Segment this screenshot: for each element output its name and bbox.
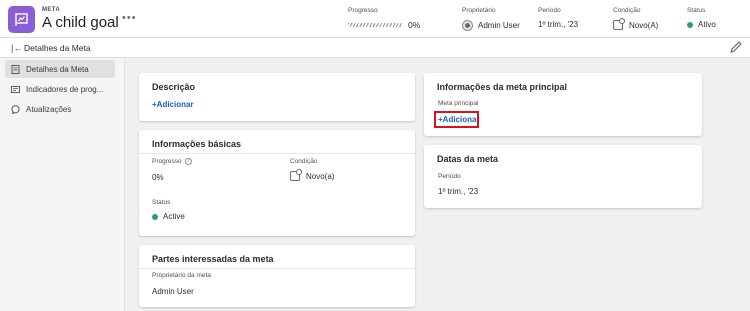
progress-label: Progresso — [348, 7, 378, 14]
header-owner: Proprietário Admin User — [462, 7, 520, 31]
basic-info-card: Informações básicas Progresso i 0% Condi… — [139, 130, 415, 236]
card-title: Datas da meta — [437, 154, 499, 164]
details-subheader: |← Detalhes da Meta — [0, 38, 750, 58]
header-period: Período 1º trim., '23 — [538, 7, 578, 29]
card-title: Informações da meta principal — [437, 82, 568, 92]
sidebar-item-updates[interactable]: Atualizações — [5, 100, 115, 118]
subheader-title: Detalhes da Meta — [24, 43, 91, 53]
condition-icon — [613, 18, 625, 30]
parent-goal-label: Meta principal — [438, 100, 479, 107]
condition-icon — [290, 169, 302, 181]
sidebar-item-label: Detalhes da Meta — [26, 64, 89, 74]
status-field-label: Status — [152, 199, 171, 206]
chat-bubble-icon — [11, 104, 20, 114]
progress-field-value: 0% — [152, 173, 164, 182]
sidebar-item-label: Atualizações — [26, 104, 72, 114]
goal-header: META A child goal ••• Progresso 0% Propr… — [0, 0, 750, 38]
period-field-label: Período — [438, 173, 461, 180]
owner-value[interactable]: Admin User — [478, 21, 520, 30]
status-value[interactable]: Ativo — [698, 20, 716, 29]
progress-field-label-text: Progresso — [152, 158, 182, 165]
header-condition: Condição Novo(A) — [613, 7, 658, 30]
avatar — [462, 20, 473, 31]
condition-label: Condição — [613, 7, 641, 14]
edit-pencil-icon[interactable] — [729, 40, 743, 56]
info-icon[interactable]: i — [184, 158, 192, 165]
card-title: Descrição — [152, 82, 196, 92]
progress-bar — [348, 23, 403, 27]
condition-field[interactable]: Novo(a) — [290, 169, 335, 181]
period-label: Período — [538, 7, 561, 14]
progress-field-label: Progresso i — [152, 158, 192, 165]
condition-field-value: Novo(a) — [306, 171, 335, 181]
left-sidebar: Detalhes da Meta Indicadores de prog... … — [0, 58, 125, 311]
sidebar-item-goal-details[interactable]: Detalhes da Meta — [5, 60, 115, 78]
status-field[interactable]: Active — [152, 212, 185, 221]
metrics-icon — [11, 85, 20, 93]
goal-owner-label: Proprietário da meta — [152, 272, 211, 279]
more-options-button[interactable]: ••• — [122, 13, 137, 24]
status-field-value: Active — [163, 212, 185, 221]
goal-owner-value[interactable]: Admin User — [152, 287, 194, 296]
period-value[interactable]: 1º trim., '23 — [538, 20, 578, 29]
sidebar-item-label: Indicadores de prog... — [26, 84, 104, 94]
progress-value: 0% — [408, 20, 421, 30]
document-icon — [11, 64, 20, 74]
description-card: Descrição +Adicionar — [139, 73, 415, 121]
divider — [139, 268, 415, 269]
header-status: Status Ativo — [687, 7, 716, 29]
card-title: Partes interessadas da meta — [152, 254, 274, 264]
status-dot-icon — [687, 21, 693, 28]
condition-value[interactable]: Novo(A) — [629, 21, 658, 30]
card-title: Informações básicas — [152, 139, 242, 149]
goal-flag-icon — [8, 6, 35, 33]
header-progress: Progresso 0% — [348, 7, 420, 30]
goal-dates-card: Datas da meta Período 1º trim., '23 — [424, 145, 702, 208]
sidebar-item-progress-indicators[interactable]: Indicadores de prog... — [5, 80, 115, 98]
add-description-link[interactable]: +Adicionar — [152, 100, 194, 109]
divider — [139, 153, 415, 154]
owner-label: Proprietário — [462, 7, 496, 14]
object-type-label: META — [42, 7, 61, 13]
condition-field-label: Condição — [290, 158, 318, 165]
collapse-panel-icon[interactable]: |← — [11, 43, 22, 53]
status-dot-icon — [152, 213, 158, 220]
stakeholders-card: Partes interessadas da meta Proprietário… — [139, 245, 415, 307]
highlight-box — [434, 111, 479, 128]
period-field-value[interactable]: 1º trim., '23 — [438, 187, 478, 196]
goal-title: A child goal — [42, 14, 119, 31]
status-label: Status — [687, 7, 706, 14]
